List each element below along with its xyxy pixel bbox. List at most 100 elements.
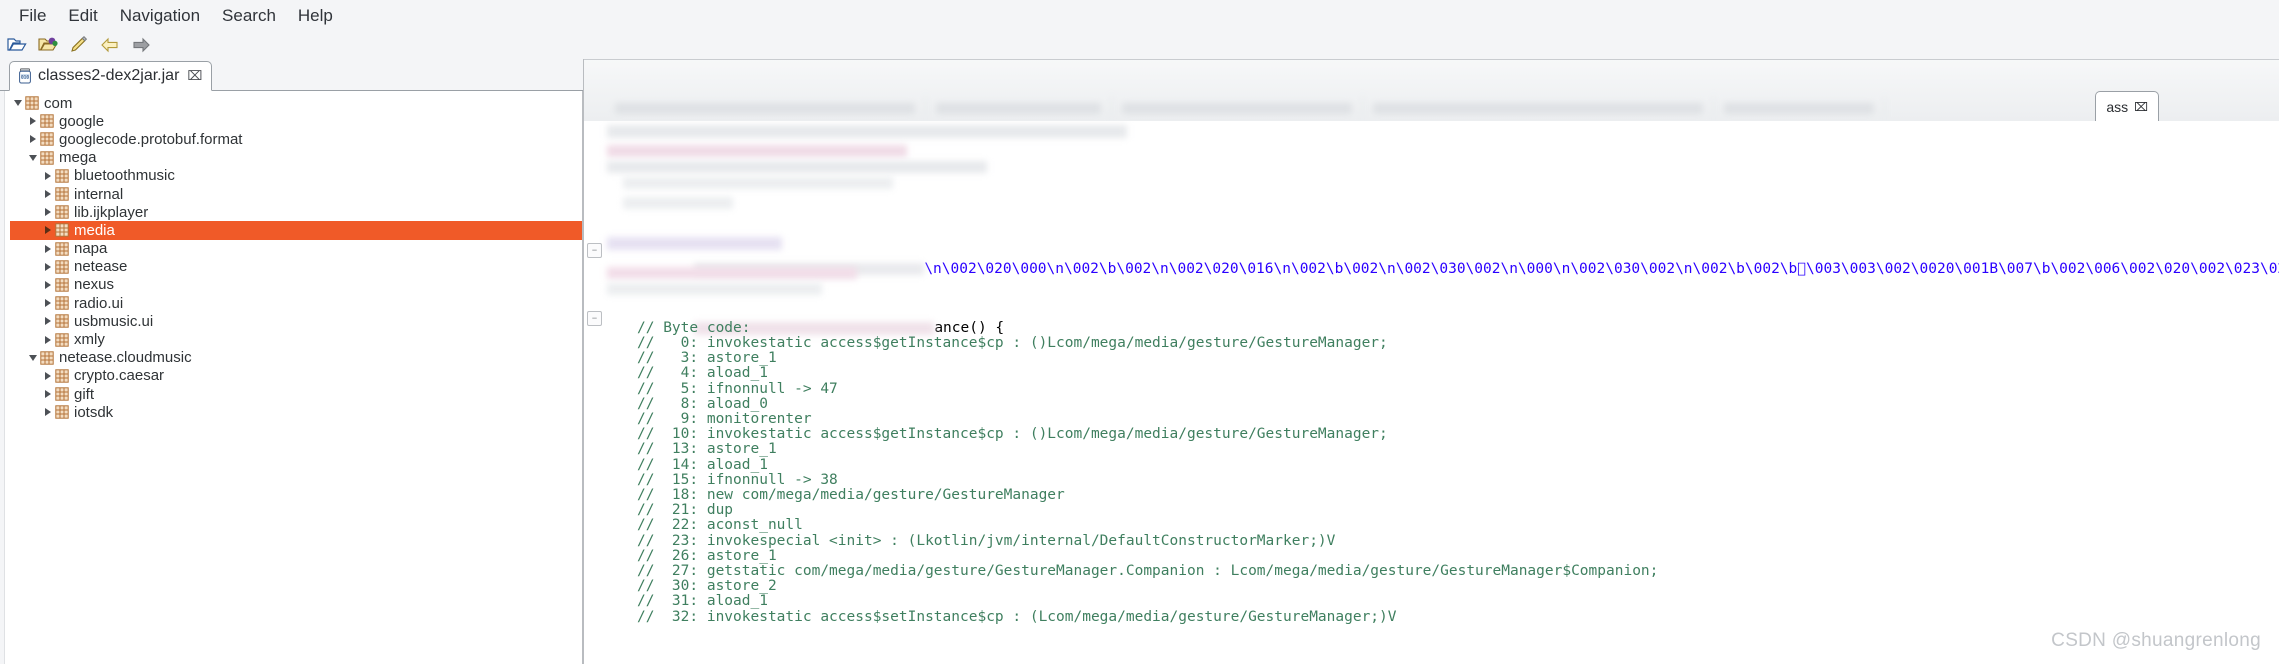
tree-item-label: nexus (74, 276, 115, 294)
bytecode-line: // 22: aconst_null (637, 517, 803, 534)
chevron-right-icon[interactable] (40, 371, 55, 380)
menu-item-search[interactable]: Search (211, 3, 287, 29)
editor-tab-obscured[interactable] (605, 95, 926, 121)
tree-item-label: radio.ui (74, 294, 124, 312)
tree-item[interactable]: googlecode.protobuf.format (0, 130, 582, 148)
tree-item[interactable]: bluetoothmusic (0, 167, 582, 185)
code-viewer[interactable]: – \n\002\020\000\n\002\b\002\n\002\020\0… (583, 121, 2279, 664)
package-icon (55, 187, 69, 201)
open-type-icon[interactable] (37, 34, 59, 56)
tree-item[interactable]: xmly (0, 330, 582, 348)
tree-item-label: google (59, 112, 105, 130)
fold-marker-icon[interactable]: – (587, 311, 602, 326)
bytecode-line: // 4: aload_1 (637, 365, 768, 382)
close-icon[interactable]: ⌧ (187, 69, 202, 84)
tree-item-label: com (44, 94, 73, 112)
bytecode-line: // 26: astore_1 (637, 547, 777, 564)
chevron-right-icon[interactable] (40, 390, 55, 399)
toolbar (0, 31, 2279, 59)
obscured-code-line (607, 267, 857, 279)
chevron-right-icon[interactable] (40, 280, 55, 289)
bytecode-line: // 0: invokestatic access$getInstance$cp… (637, 335, 1388, 351)
chevron-right-icon[interactable] (25, 117, 40, 126)
tree-item-label: googlecode.protobuf.format (59, 130, 243, 148)
chevron-right-icon[interactable] (40, 244, 55, 253)
tree-item[interactable]: internal (0, 185, 582, 203)
chevron-right-icon[interactable] (40, 408, 55, 417)
editor-tab-obscured[interactable] (1363, 95, 1714, 121)
chevron-down-icon[interactable] (10, 100, 25, 107)
tree-item[interactable]: lib.ijkplayer (0, 203, 582, 221)
open-folder-icon[interactable] (6, 34, 28, 56)
chevron-right-icon[interactable] (40, 171, 55, 180)
method-signature-tail: ance() { (934, 320, 1005, 337)
package-icon (55, 169, 69, 183)
main-split: 010 classes2-dex2jar.jar ⌧ com google goog… (0, 59, 2279, 664)
chevron-down-icon[interactable] (25, 354, 40, 361)
obscured-code-line (607, 145, 907, 157)
bytecode-line: // 21: dup (637, 502, 734, 519)
panel-divider[interactable] (583, 59, 584, 664)
editor-tabstrip: ass ⌧ (583, 59, 2279, 121)
explorer-tab-jar[interactable]: 010 classes2-dex2jar.jar ⌧ (9, 61, 213, 91)
chevron-right-icon[interactable] (40, 262, 55, 271)
package-icon (55, 278, 69, 292)
pencil-icon[interactable] (68, 34, 90, 56)
menu-item-help[interactable]: Help (287, 3, 344, 29)
tree-item-label: media (74, 221, 115, 239)
chevron-down-icon[interactable] (25, 154, 40, 161)
package-icon (55, 405, 69, 419)
editor-tab-active[interactable]: ass ⌧ (2095, 91, 2159, 121)
package-icon (55, 205, 69, 219)
tree-item[interactable]: iotsdk (0, 403, 582, 421)
chevron-right-icon[interactable] (40, 226, 55, 235)
tree-item[interactable]: nexus (0, 276, 582, 294)
editor-tab-list: ass ⌧ (605, 91, 2279, 121)
tree-item[interactable]: crypto.caesar (0, 367, 582, 385)
bytecode-line: // 23: invokespecial <init> : (Lkotlin/j… (637, 532, 1336, 549)
tree-item-selected[interactable]: media (0, 221, 582, 240)
package-icon (40, 351, 54, 365)
tree-item-label: internal (74, 185, 124, 203)
bytecode-line: // 10: invokestatic access$getInstance$c… (637, 426, 1388, 443)
bytecode-line: // 9: monitorenter (637, 411, 812, 427)
tree-item[interactable]: napa (0, 240, 582, 258)
tree-item-label: lib.ijkplayer (74, 203, 149, 221)
tree-item[interactable]: gift (0, 385, 582, 403)
tree-item[interactable]: netease.cloudmusic (0, 349, 582, 367)
tree-item[interactable]: com (0, 94, 582, 112)
chevron-right-icon[interactable] (25, 135, 40, 144)
menu-item-navigation[interactable]: Navigation (109, 3, 211, 29)
menu-item-edit[interactable]: Edit (57, 3, 108, 29)
fold-marker-icon[interactable]: – (587, 243, 602, 258)
obscured-code-line (623, 197, 733, 209)
menu-bar: File Edit Navigation Search Help (0, 0, 2279, 31)
tree-item[interactable]: mega (0, 149, 582, 167)
tree-item-label: netease (74, 258, 128, 276)
package-icon (55, 369, 69, 383)
chevron-right-icon[interactable] (40, 299, 55, 308)
close-icon[interactable]: ⌧ (2134, 100, 2148, 114)
tree-item[interactable]: radio.ui (0, 294, 582, 312)
bytecode-line: // 15: ifnonnull -> 38 (637, 471, 838, 488)
package-tree[interactable]: com google googlecode.protobuf.format mega b… (0, 91, 583, 664)
menu-item-file[interactable]: File (8, 3, 57, 29)
editor-tab-obscured[interactable] (1112, 95, 1363, 121)
tree-item-label: gift (74, 385, 95, 403)
back-arrow-icon[interactable] (99, 34, 121, 56)
chevron-right-icon[interactable] (40, 335, 55, 344)
editor-tab-obscured[interactable] (926, 95, 1112, 121)
chevron-right-icon[interactable] (40, 190, 55, 199)
forward-arrow-icon[interactable] (130, 34, 152, 56)
tree-item[interactable]: google (0, 112, 582, 130)
tree-item[interactable]: netease (0, 258, 582, 276)
tree-item-label: crypto.caesar (74, 367, 165, 385)
chevron-right-icon[interactable] (40, 208, 55, 217)
jar-icon: 010 (18, 68, 32, 84)
editor-tab-obscured[interactable] (1714, 95, 1885, 121)
package-icon (55, 241, 69, 256)
tree-item[interactable]: usbmusic.ui (0, 312, 582, 330)
tree-item-label: napa (74, 240, 108, 258)
bytecode-line: // 5: ifnonnull -> 47 (637, 380, 838, 397)
chevron-right-icon[interactable] (40, 317, 55, 326)
